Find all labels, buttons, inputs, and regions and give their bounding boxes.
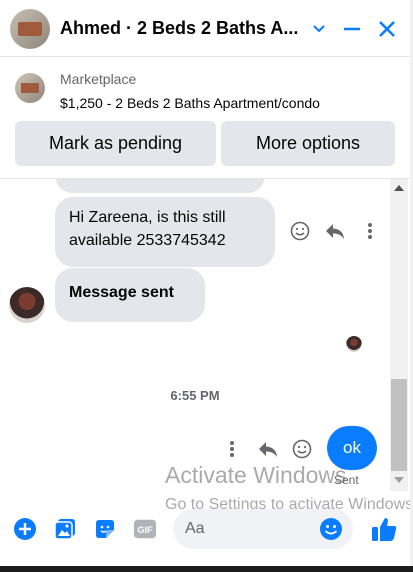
scrollbar-thumb[interactable] — [391, 379, 407, 471]
message-bubble[interactable]: Message sent — [55, 268, 205, 322]
marketplace-listing: Marketplace $1,250 - 2 Beds 2 Baths Apar… — [0, 57, 410, 179]
react-emoji-icon[interactable] — [290, 437, 314, 461]
gif-icon[interactable]: GIF — [133, 517, 157, 541]
message-input-container[interactable] — [173, 509, 353, 549]
scrollbar[interactable] — [390, 179, 408, 491]
minimize-icon[interactable] — [339, 16, 365, 42]
listing-description[interactable]: $1,250 - 2 Beds 2 Baths Apartment/condo — [60, 95, 320, 111]
more-options-button[interactable]: More options — [221, 121, 395, 166]
reply-icon[interactable] — [323, 219, 347, 243]
listing-thumbnail[interactable] — [15, 73, 45, 103]
chevron-down-icon[interactable] — [306, 16, 332, 42]
react-emoji-icon[interactable] — [288, 219, 312, 243]
more-actions-icon[interactable] — [222, 437, 242, 461]
reply-icon[interactable] — [256, 437, 280, 461]
thumbs-up-icon[interactable] — [370, 515, 398, 543]
message-timestamp: 6:55 PM — [170, 388, 220, 403]
mark-as-pending-button[interactable]: Mark as pending — [15, 121, 216, 166]
plus-icon[interactable] — [13, 517, 37, 541]
seen-avatar — [346, 336, 362, 352]
more-actions-icon[interactable] — [358, 219, 382, 243]
message-input[interactable] — [185, 517, 315, 541]
listing-avatar[interactable] — [10, 9, 50, 49]
svg-text:GIF: GIF — [137, 525, 153, 535]
scroll-down-arrow-icon[interactable] — [394, 477, 404, 483]
emoji-icon[interactable] — [319, 517, 343, 541]
photo-icon[interactable] — [53, 517, 77, 541]
close-icon[interactable] — [374, 16, 400, 42]
chat-title[interactable]: Ahmed · 2 Beds 2 Baths A... — [60, 18, 300, 39]
marketplace-label: Marketplace — [60, 71, 137, 87]
previous-message-bubble[interactable] — [55, 179, 265, 193]
scroll-up-arrow-icon[interactable] — [394, 185, 404, 191]
taskbar-strip — [0, 566, 413, 572]
activate-windows-watermark: Activate Windows — [165, 462, 347, 488]
sender-avatar[interactable] — [9, 287, 45, 323]
message-bubble[interactable]: Hi Zareena, is this still available 2533… — [55, 197, 275, 267]
message-composer: GIF — [0, 495, 410, 565]
message-thread[interactable]: Hi Zareena, is this still available 2533… — [0, 179, 410, 495]
sticker-icon[interactable] — [93, 517, 117, 541]
chat-header: Ahmed · 2 Beds 2 Baths A... — [0, 0, 410, 57]
